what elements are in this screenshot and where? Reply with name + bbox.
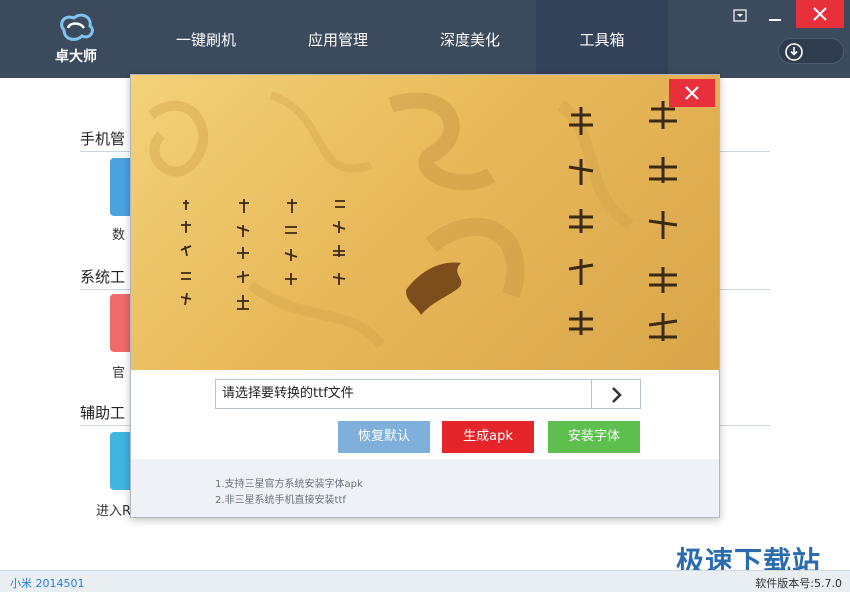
- ttf-file-field[interactable]: 请选择要转换的ttf文件: [215, 379, 593, 409]
- download-icon: [785, 43, 803, 61]
- note-line: 2.非三星系统手机直接安装ttf: [215, 495, 346, 506]
- section-title-phone: 手机管: [80, 130, 126, 148]
- app-logo: 卓大师: [52, 10, 100, 68]
- chevron-right-icon: [612, 387, 622, 403]
- tab-app-management[interactable]: 应用管理: [272, 0, 404, 78]
- font-install-dialog: 请选择要转换的ttf文件 恢复默认 生成apk 安装字体 1.支持三星官方系统安…: [130, 74, 720, 518]
- status-bar: 小米 2014501 软件版本号:5.7.0: [0, 570, 850, 592]
- calligraphy-image: [148, 91, 678, 349]
- calligraphy-banner: [131, 75, 719, 370]
- window-close-button[interactable]: [796, 0, 844, 28]
- menu-icon[interactable]: [728, 6, 752, 26]
- section-title-assist: 辅助工: [80, 404, 126, 422]
- restore-default-button[interactable]: 恢复默认: [338, 421, 430, 453]
- close-icon: [813, 7, 827, 21]
- download-manager-button[interactable]: [778, 38, 844, 64]
- tab-deep-beautify[interactable]: 深度美化: [404, 0, 536, 78]
- main-nav: 一键刷机 应用管理 深度美化 工具箱: [140, 0, 668, 78]
- install-font-button[interactable]: 安装字体: [548, 421, 640, 453]
- software-version: 软件版本号:5.7.0: [755, 577, 842, 590]
- notes-area: 1.支持三星官方系统安装字体apk 2.非三星系统手机直接安装ttf: [131, 459, 719, 517]
- close-icon: [685, 86, 699, 100]
- section-title-system: 系统工: [80, 268, 126, 286]
- tab-toolbox[interactable]: 工具箱: [536, 0, 668, 78]
- logo-icon: [60, 13, 94, 41]
- device-name[interactable]: 小米 2014501: [10, 575, 85, 591]
- logo-text: 卓大师: [55, 49, 97, 65]
- generate-apk-button[interactable]: 生成apk: [442, 421, 534, 453]
- data-tool-label: 数: [112, 228, 126, 243]
- minimize-icon[interactable]: [760, 6, 790, 26]
- official-tool-label: 官: [112, 366, 126, 381]
- tab-one-click-flash[interactable]: 一键刷机: [140, 0, 272, 78]
- title-bar: 卓大师 一键刷机 应用管理 深度美化 工具箱: [0, 0, 850, 78]
- browse-file-button[interactable]: [591, 379, 641, 409]
- dialog-close-button[interactable]: [669, 79, 715, 107]
- recovery-tool-label: 进入R: [96, 504, 132, 519]
- note-line: 1.支持三星官方系统安装字体apk: [215, 479, 363, 490]
